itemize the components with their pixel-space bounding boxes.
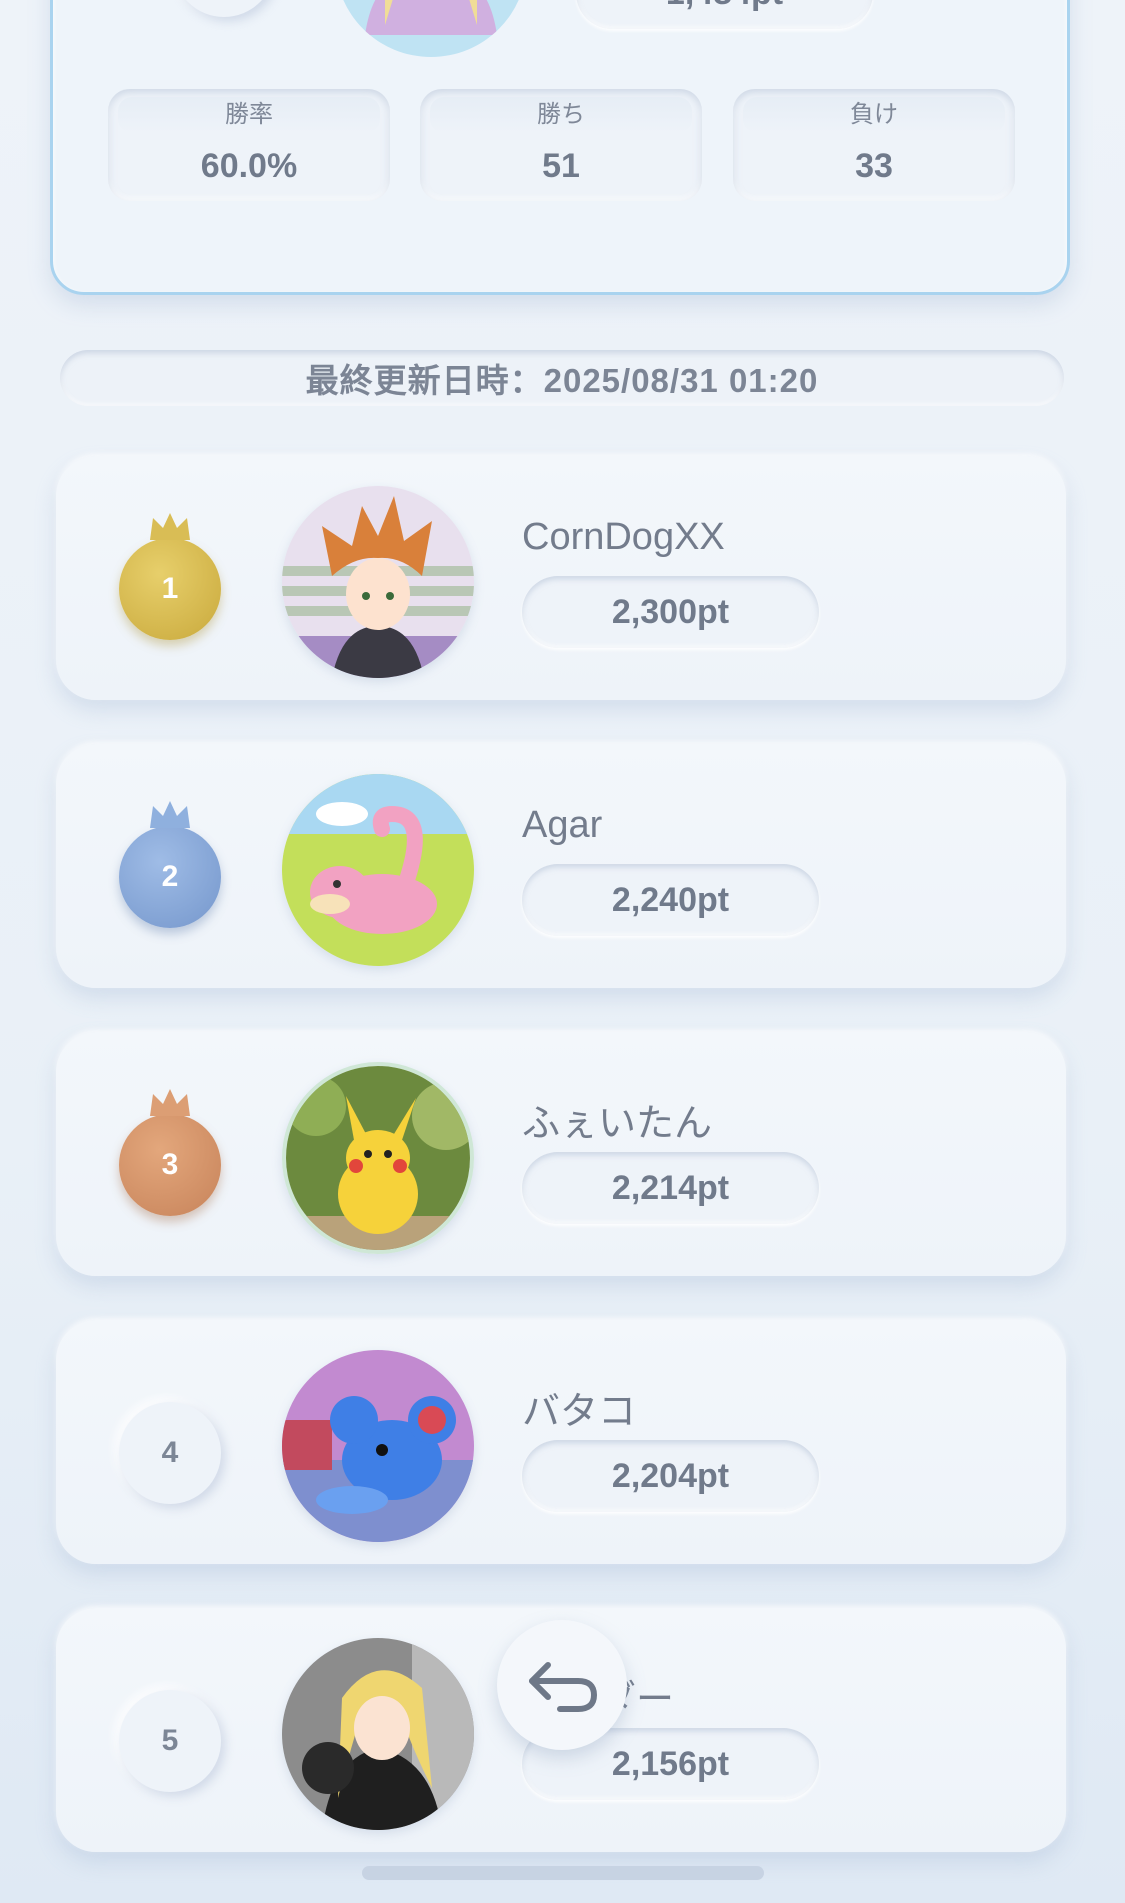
player-points: 2,214pt — [522, 1152, 819, 1224]
my-points: 1,484pt — [576, 0, 873, 29]
player-name: バタコ — [522, 1391, 637, 1433]
stat-value: 60.0% — [200, 147, 298, 185]
stat-value: 33 — [855, 147, 893, 185]
rank-medal-silver: 2 — [119, 801, 221, 928]
player-avatar[interactable] — [282, 1350, 474, 1542]
stat-losses: 負け 33 — [733, 89, 1015, 201]
stat-wins: 勝ち 51 — [420, 89, 702, 201]
player-name: CornDogXX — [522, 516, 725, 558]
my-avatar — [335, 0, 527, 57]
player-avatar[interactable] — [282, 1638, 474, 1830]
player-points: 2,204pt — [522, 1440, 819, 1512]
rank-number: 2 — [161, 860, 179, 893]
player-points: 2,300pt — [522, 576, 819, 648]
rank-medal-bronze: 3 — [119, 1089, 221, 1216]
rank-badge: 5 — [119, 1690, 221, 1792]
ranking-row[interactable]: 4 バタコ 2,204pt — [56, 1320, 1066, 1564]
stat-value: 51 — [542, 147, 580, 185]
rank-medal-gold: 1 — [119, 513, 221, 640]
player-avatar[interactable] — [282, 774, 474, 966]
stat-label: 勝ち — [430, 97, 692, 133]
ranking-row[interactable]: 1 CornDogXX 2,300pt — [56, 456, 1066, 700]
ranking-row[interactable]: 2 Agar 2,240pt — [56, 744, 1066, 988]
stat-label: 負け — [743, 97, 1005, 133]
player-points: 2,240pt — [522, 864, 819, 936]
player-avatar[interactable] — [282, 486, 474, 678]
crown-icon — [150, 801, 190, 828]
rank-number: 3 — [161, 1148, 179, 1181]
my-rank-badge: - — [173, 0, 275, 17]
stat-label: 勝率 — [118, 97, 380, 133]
stat-win-rate: 勝率 60.0% — [108, 89, 390, 201]
player-name: ふぇいたん — [522, 1103, 713, 1145]
rank-badge: 4 — [119, 1402, 221, 1504]
crown-icon — [150, 513, 190, 540]
rank-number: 1 — [161, 572, 179, 605]
ranking-row[interactable]: 3 ふぇいたん 2,214pt — [56, 1032, 1066, 1276]
last-updated-bar: 最終更新日時：2025/08/31 01:20 — [60, 350, 1064, 406]
my-stats-card: - 1,484pt 勝率 60.0% 勝ち 51 負け 33 — [50, 0, 1070, 295]
player-name: Agar — [522, 804, 603, 846]
return-arrow-icon — [529, 1662, 598, 1712]
back-button[interactable] — [497, 1620, 627, 1750]
home-indicator — [362, 1866, 764, 1880]
player-avatar[interactable] — [282, 1062, 474, 1254]
crown-icon — [150, 1089, 190, 1116]
